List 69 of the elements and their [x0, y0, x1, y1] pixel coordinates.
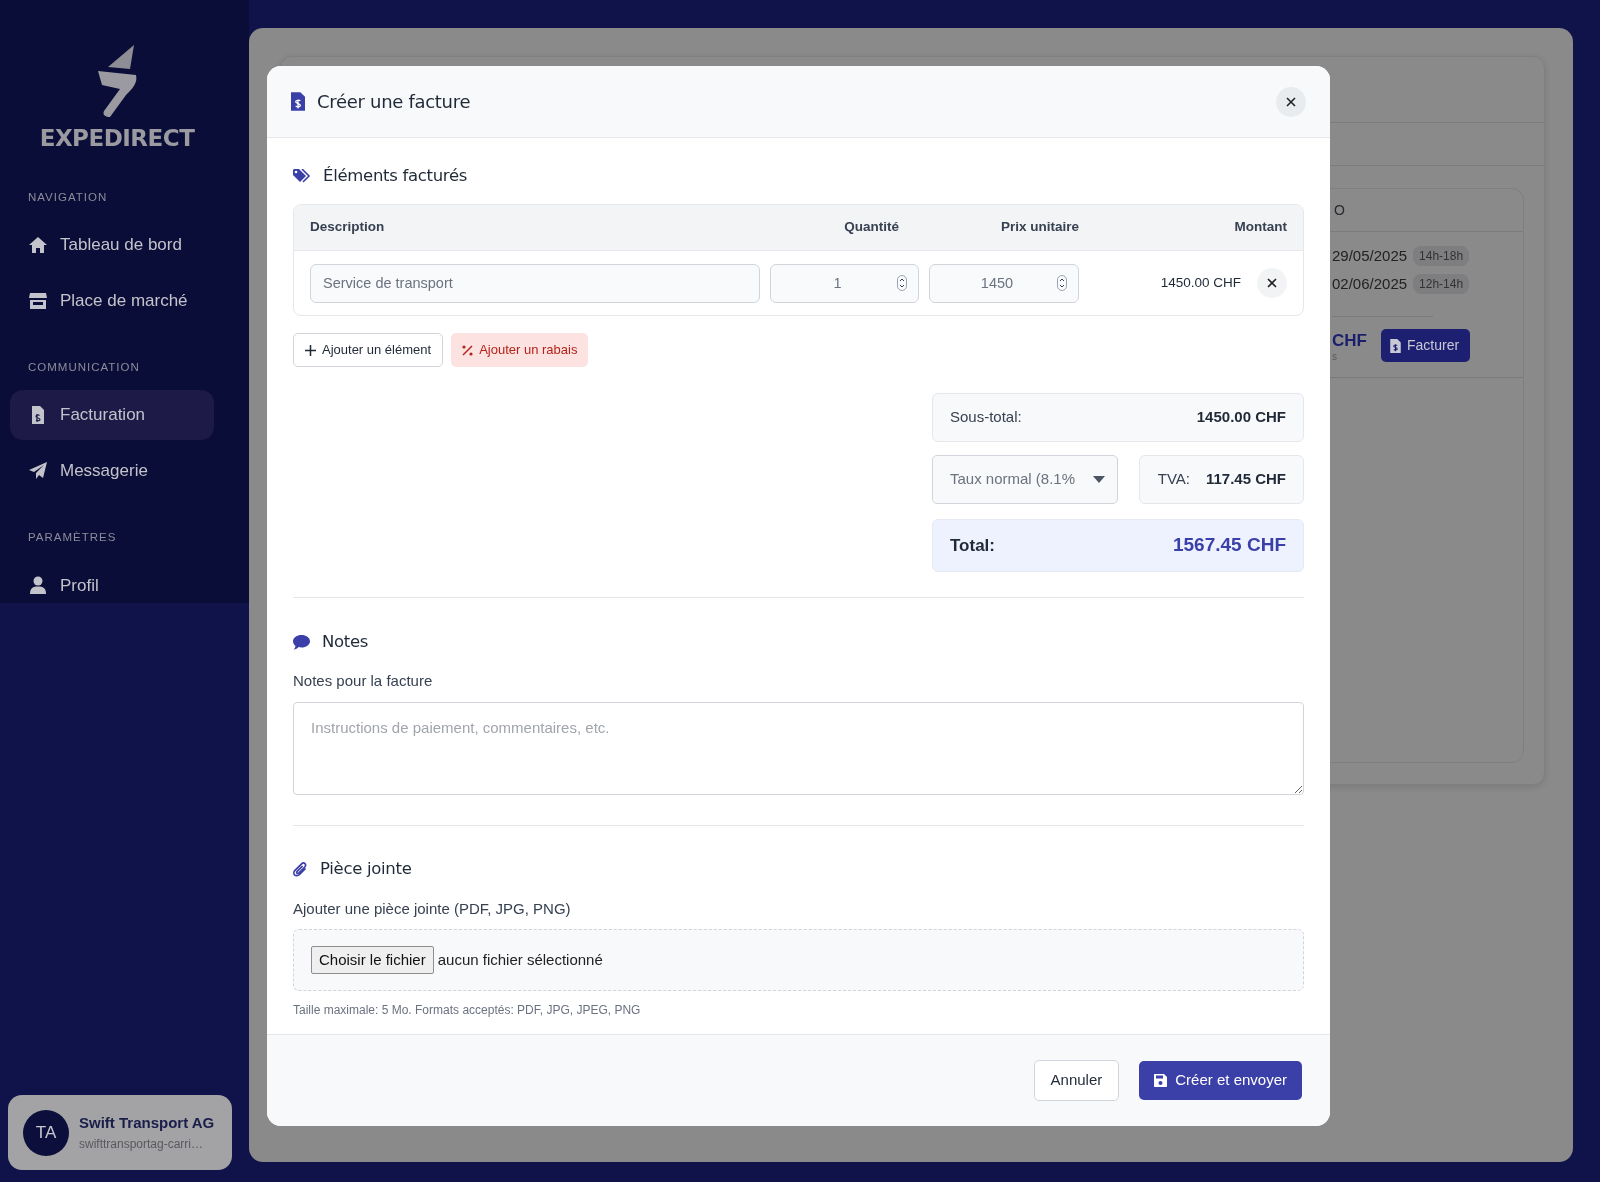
user-name: Swift Transport AG [79, 1113, 215, 1134]
close-icon [1286, 96, 1296, 107]
sidebar-item[interactable]: Tableau de bord [10, 219, 214, 270]
subtotal-value: 1450.00 CHF [1196, 407, 1286, 428]
description-field[interactable]: Service de transport [310, 263, 760, 303]
vat-label: TVA: [1157, 469, 1190, 490]
invoice-button[interactable]: Facturer [1380, 329, 1471, 362]
paper-plane-icon [28, 462, 48, 480]
notes-textarea[interactable]: Instructions de paiement, commentaires, etc. [293, 701, 1304, 795]
card-header: O [1334, 200, 1345, 220]
price-text: CHF [1332, 331, 1367, 351]
quantity-field[interactable]: 1 [770, 263, 919, 303]
unit-price-field[interactable]: 1450 [929, 263, 1079, 303]
submit-button[interactable]: Créer et envoyer [1139, 1061, 1302, 1100]
choose-file-button[interactable]: Choisir le fichier [311, 945, 434, 975]
tags-icon [293, 168, 311, 184]
file-drop-zone[interactable]: Choisir le fichier aucun fichier sélectionné [293, 929, 1304, 991]
section-title: PARAMÈTRES [27, 530, 118, 545]
logo-text: EXPEDIRECT [39, 124, 195, 153]
time-badge: 12h-14h [1413, 274, 1470, 294]
date-text: 29/05/2025 [1332, 245, 1408, 266]
vat-value: 117.45 CHF [1205, 469, 1286, 490]
column-header: Prix unitaire [1000, 219, 1079, 235]
total-label: Total: [950, 534, 995, 557]
percent-icon [462, 344, 474, 356]
store-icon [28, 291, 48, 310]
total-value: 1567.45 CHF [1173, 533, 1286, 558]
date-text: 02/06/2025 [1332, 273, 1408, 294]
spinner-icon [1057, 274, 1067, 291]
close-icon [1267, 278, 1277, 288]
close-button[interactable] [1276, 86, 1306, 117]
spinner-icon [897, 274, 907, 291]
section-heading: Pièce jointe [320, 858, 412, 881]
subtotal-label: Sous-total: [950, 407, 1022, 428]
notes-label: Notes pour la facture [293, 671, 434, 691]
help-text: Taille maximale: 5 Mo. Formats acceptés: PDF, JPG, JPEG, PNG [293, 1002, 642, 1019]
section-title: COMMUNICATION [27, 359, 141, 375]
logo-icon [96, 45, 138, 117]
caret-icon [1093, 476, 1105, 483]
user-icon [28, 576, 48, 595]
add-item-button[interactable]: Ajouter un élément [293, 333, 444, 367]
vat-rate-select[interactable]: Taux normal (8.1% [932, 455, 1118, 504]
dialog-title: Créer une facture [317, 90, 471, 114]
time-badge: 14h-18h [1413, 246, 1470, 266]
user-email: swifttransportag-carri… [79, 1135, 205, 1153]
section-heading: Notes [322, 630, 369, 653]
sidebar-item[interactable]: Profil [10, 560, 214, 611]
sidebar-item[interactable]: Messagerie [10, 446, 214, 496]
sidebar-item[interactable]: Facturation [10, 390, 214, 440]
plus-icon [305, 344, 316, 356]
speech-bubble-icon [293, 634, 310, 650]
file-status: aucun fichier sélectionné [437, 949, 603, 970]
sidebar-item[interactable]: Place de marché [10, 275, 214, 326]
amount-text: 1450.00 CHF [1160, 274, 1241, 290]
user-card[interactable]: TA Swift Transport AG swifttransportag-carri… [8, 1095, 232, 1170]
remove-button[interactable] [1257, 268, 1287, 298]
invoice-icon [1389, 338, 1401, 353]
section-heading: Éléments facturés [323, 164, 468, 187]
column-header: Quantité [844, 219, 899, 235]
column-header: Description [310, 219, 385, 235]
section-title: NAVIGATION [27, 189, 109, 205]
attachment-label: Ajouter une pièce jointe (PDF, JPG, PNG) [293, 898, 572, 919]
paperclip-icon [293, 861, 308, 878]
home-icon [28, 235, 48, 254]
add-discount-button[interactable]: Ajouter un rabais [451, 333, 589, 367]
column-header: Montant [1234, 219, 1287, 235]
avatar: TA [23, 1109, 69, 1156]
cancel-button[interactable]: Annuler [1033, 1060, 1120, 1101]
invoice-icon [291, 92, 305, 111]
